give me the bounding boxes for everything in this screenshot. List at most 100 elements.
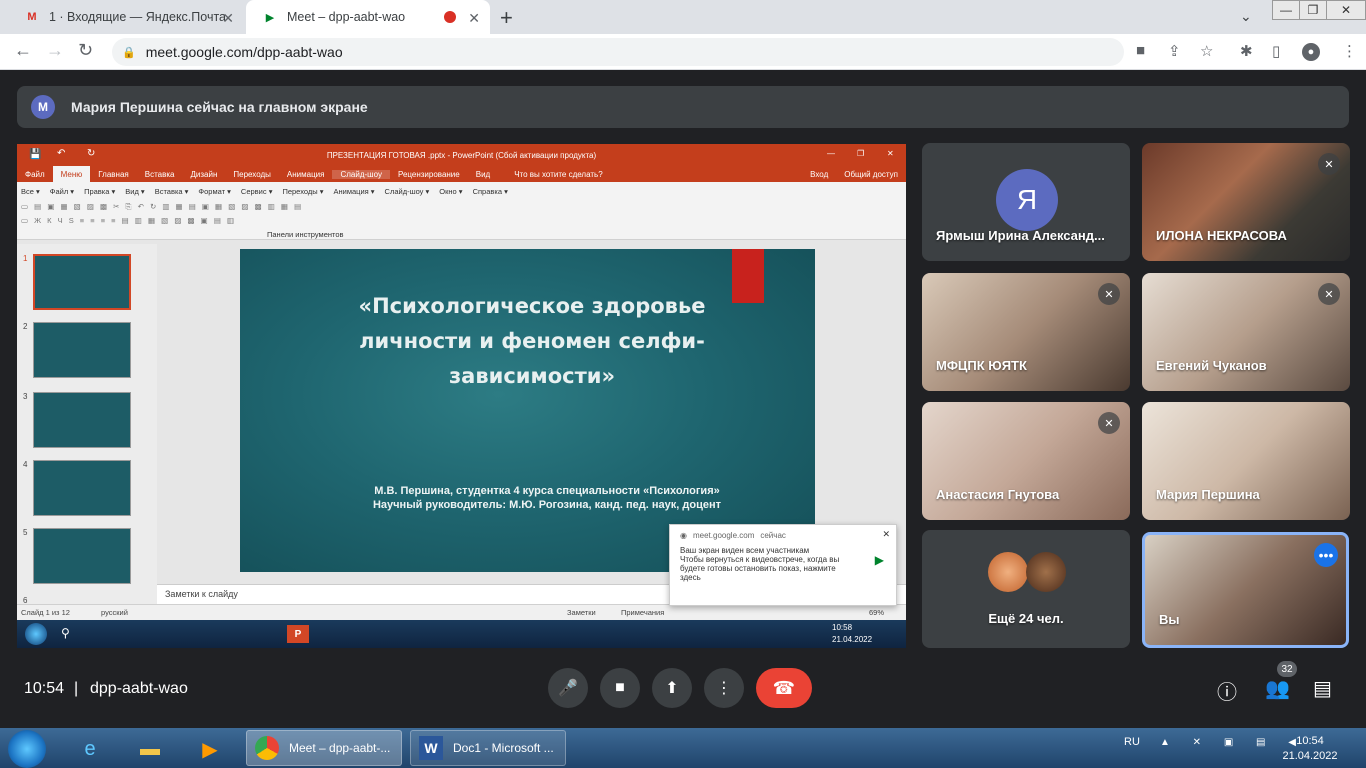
side-panel-icon[interactable]: ▯ [1272,42,1280,60]
more-participants-label: Ещё 24 чел. [988,611,1064,626]
ie-icon[interactable]: e [74,733,106,765]
reload-icon[interactable]: ↻ [78,40,93,61]
profile-icon[interactable]: ● [1302,43,1320,61]
tray-date: 21.04.2022 [1282,750,1338,762]
ribbon-icons-row: ▭ Ж К Ч S ≡ ≡ ≡ ≡ ▤ ▥ ▦ ▧ ▨ ▩ ▣ ▤ ▥ [21,216,237,225]
forward-icon[interactable]: → [46,40,64,61]
back-icon[interactable]: ← [14,40,32,61]
chrome-icon: ◉ [680,531,687,540]
participant-tile[interactable]: ✕ Евгений Чуканов [1142,273,1350,391]
tray-clock[interactable]: 10:54 21.04.2022 [1280,734,1340,764]
toolbars-label: Панели инструментов [267,230,344,239]
menu-animation: Анимация [286,169,325,179]
leave-call-button[interactable]: ☎ [756,668,812,708]
notification-line: будете готовы остановить показ, нажмите [680,564,836,573]
new-tab-icon[interactable]: + [500,5,513,31]
menu-transitions: Переходы [233,169,271,179]
camera-button[interactable]: ■ [600,668,640,708]
menu-review: Рецензирование [397,169,460,179]
menu-home: Главная [98,169,129,179]
tab-yandex-mail[interactable]: M 1 · Входящие — Яндекс.Почта ✕ [8,0,244,34]
menu-insert: Вставка [144,169,175,179]
slide-subtitle: М.В. Першина, студентка 4 курса специаль… [374,485,720,497]
slide-title: «Психологическое здоровье личности и фен… [358,294,706,388]
menu-icon[interactable]: ⋮ [1342,42,1357,60]
more-participants-tile[interactable]: Ещё 24 чел. [922,530,1130,648]
notification-line: здесь [680,573,701,582]
start-icon [25,623,47,645]
participant-name: Вы [1159,612,1180,627]
menu-slideshow: Слайд-шоу [332,169,390,179]
chevron-down-icon[interactable]: ⌄ [1240,8,1252,25]
meet-icon: ▶ [265,11,275,24]
inner-time: 10:58 [832,623,853,632]
close-icon[interactable]: ✕ [222,10,234,27]
shared-screen[interactable]: 💾 ↶ ↻ ПРЕЗЕНТАЦИЯ ГОТОВАЯ .pptx - PowerP… [17,144,906,648]
notification-line: Ваш экран виден всем участникам [680,546,810,555]
avatar [1026,552,1066,592]
thumb-number: 3 [23,392,28,401]
submenu-item: Правка ▾ [84,187,116,196]
minimize-icon[interactable]: — [1272,0,1300,20]
thumb-number: 5 [23,528,28,537]
share-icon[interactable]: ⇪ [1168,42,1181,60]
avatar: М [31,95,55,119]
notification-line: Чтобы вернуться к видеовстрече, когда вы [680,555,840,564]
folder-icon[interactable]: ▬ [134,733,166,765]
lock-icon: 🔒 [122,46,136,59]
participant-tile[interactable]: ✕ Анастасия Гнутова [922,402,1130,520]
mic-off-icon: ✕ [1318,153,1340,175]
participant-tile[interactable]: ✕ МФЦПК ЮЯТК [922,273,1130,391]
thumb-number: 4 [23,460,28,469]
participant-name: ИЛОНА НЕКРАСОВА [1156,228,1287,243]
search-icon: ⚲ [61,626,70,640]
recording-icon [444,11,456,23]
phone-hangup-icon: ☎ [772,677,796,698]
start-button[interactable] [8,730,46,768]
browser-toolbar: ← → ↻ 🔒 meet.google.com/dpp-aabt-wao ■ ⇪… [0,34,1366,70]
submenu-item: Сервис ▾ [240,187,273,196]
submenu-item: Окно ▾ [439,187,463,196]
microphone-button[interactable]: 🎤 [548,668,588,708]
mic-off-icon: ✕ [1098,283,1120,305]
window-controls: — ❐ ✕ [1272,0,1366,20]
submenu-item: Формат ▾ [198,187,231,196]
participant-name: Мария Першина [1156,487,1260,502]
participant-tile[interactable]: ✕ ИЛОНА НЕКРАСОВА [1142,143,1350,261]
participant-name: МФЦПК ЮЯТК [936,358,1027,373]
status-slide: Слайд 1 из 12 [21,608,70,617]
participant-tile[interactable]: Я Ярмыш Ирина Александ... [922,143,1130,261]
screen-share-notification[interactable]: ◉ meet.google.com сейчас Ваш экран виден… [669,524,897,606]
camera-icon: ■ [615,679,625,696]
tray-lang[interactable]: RU [1124,736,1140,748]
self-view-tile[interactable]: ••• Вы [1142,532,1349,648]
extensions-icon[interactable]: ✱ [1240,42,1253,60]
close-icon: ✕ [887,149,894,158]
chat-icon[interactable]: ▤ [1313,676,1332,701]
taskbar-app-label: Meet – dpp-aabt-... [289,741,391,755]
status-comments: Примечания [621,608,665,617]
close-icon[interactable]: ✕ [468,10,480,27]
more-options-button[interactable]: ⋮ [704,668,744,708]
separator: | [74,680,79,697]
taskbar-app-meet[interactable]: Meet – dpp-aabt-... [246,730,402,766]
minimize-icon: — [827,149,835,158]
participant-tile[interactable]: Мария Першина [1142,402,1350,520]
menu-file: Файл [25,169,45,179]
address-bar[interactable]: 🔒 meet.google.com/dpp-aabt-wao [112,38,1124,66]
camera-icon[interactable]: ■ [1136,42,1145,59]
share-text: Общий доступ [844,169,898,179]
info-icon[interactable]: ⓘ [1217,676,1237,705]
tab-meet[interactable]: ▶ Meet – dpp-aabt-wao ✕ [246,0,490,34]
star-icon[interactable]: ☆ [1200,42,1213,60]
tab-label: 1 · Входящие — Яндекс.Почта [49,10,226,24]
more-options-icon[interactable]: ••• [1314,543,1338,567]
present-button[interactable]: ⬆ [652,668,692,708]
media-player-icon[interactable]: ▶ [194,733,226,765]
close-icon[interactable]: ✕ [1326,0,1366,20]
maximize-icon[interactable]: ❐ [1299,0,1327,20]
submenu-item: Файл ▾ [49,187,75,196]
close-icon[interactable]: ✕ [882,529,890,540]
people-icon[interactable]: 👥 [1265,676,1290,701]
taskbar-app-word[interactable]: W Doc1 - Microsoft ... [410,730,566,766]
